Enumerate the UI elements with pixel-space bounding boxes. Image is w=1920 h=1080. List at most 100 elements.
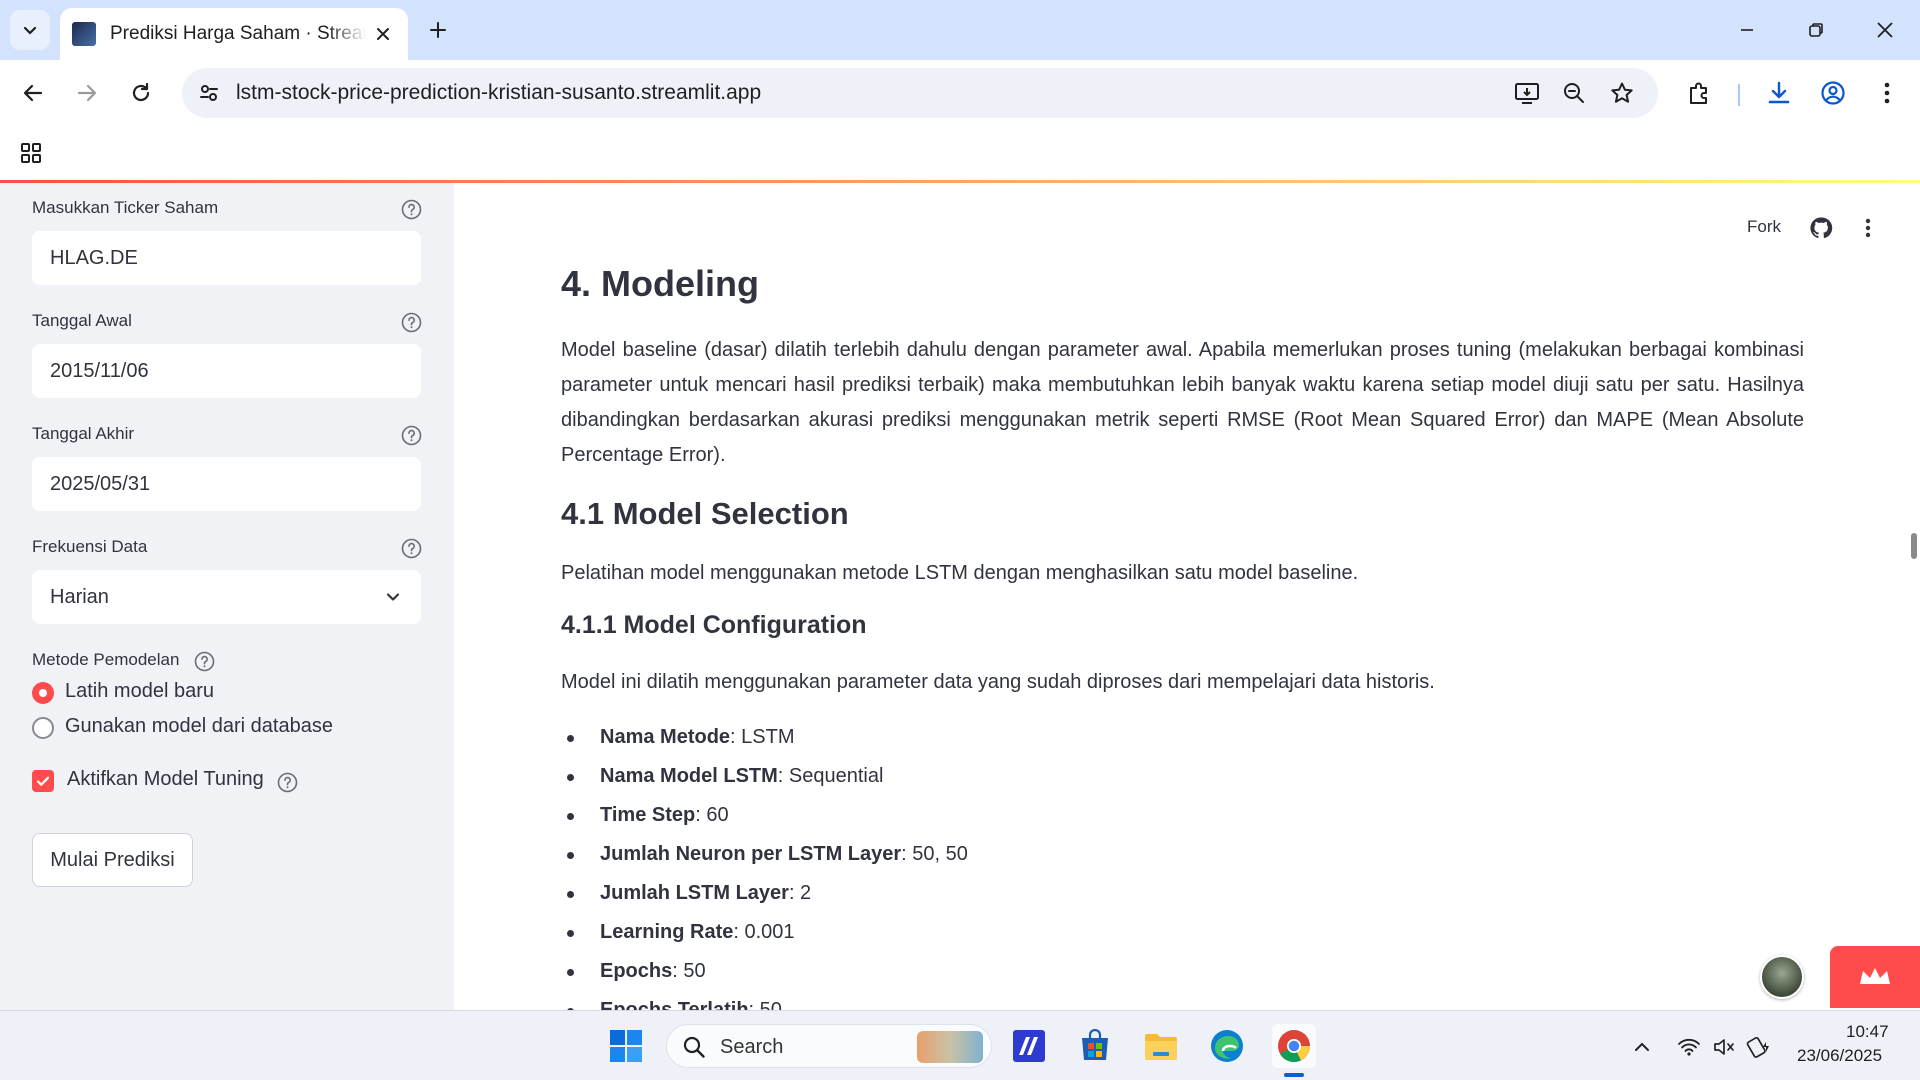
bookmark-button[interactable]: [1607, 78, 1637, 108]
reload-button[interactable]: [122, 74, 160, 112]
taskbar-app-chrome[interactable]: [1272, 1024, 1316, 1068]
address-bar[interactable]: lstm-stock-price-prediction-kristian-sus…: [182, 68, 1658, 118]
more-vertical-icon: [1865, 218, 1871, 238]
help-icon[interactable]: [400, 537, 422, 559]
search-icon: [681, 1034, 707, 1060]
tab-close-button[interactable]: [370, 21, 396, 47]
help-icon[interactable]: [400, 198, 422, 220]
check-icon: [36, 776, 50, 786]
start-date-input[interactable]: 2015/11/06: [32, 344, 421, 398]
app-m-icon: [1013, 1030, 1045, 1062]
arrow-right-icon: [77, 84, 97, 102]
browser-menu-button[interactable]: [1868, 74, 1906, 112]
close-icon: [1877, 22, 1893, 38]
restore-button[interactable]: [1793, 12, 1839, 48]
clock-date[interactable]: 23/06/2025: [1797, 1046, 1882, 1066]
chevron-up-icon: [1635, 1042, 1649, 1051]
apps-button[interactable]: [16, 138, 46, 168]
help-icon[interactable]: [400, 424, 422, 446]
avatar[interactable]: [1760, 955, 1804, 999]
active-app-indicator: [1284, 1073, 1304, 1077]
intro-paragraph: Model baseline (dasar) dilatih terlebih …: [561, 339, 1804, 466]
github-icon[interactable]: [1808, 215, 1834, 241]
tuning-label[interactable]: Aktifkan Model Tuning: [67, 768, 264, 791]
selection-paragraph: Pelatihan model menggunakan metode LSTM …: [561, 562, 1359, 584]
back-button[interactable]: [14, 74, 52, 112]
method-label: Metode Pemodelan: [32, 650, 180, 669]
help-icon[interactable]: [193, 650, 215, 672]
zoom-button[interactable]: [1559, 78, 1589, 108]
scrollbar-thumb[interactable]: [1911, 533, 1917, 559]
chevron-down-icon: [381, 585, 405, 609]
minimize-button[interactable]: [1724, 12, 1770, 48]
start-date-label: Tanggal Awal: [32, 311, 132, 330]
new-tab-button[interactable]: [422, 14, 454, 46]
radio-label[interactable]: Gunakan model dari database: [65, 715, 333, 738]
taskbar-app-editor[interactable]: [1007, 1024, 1051, 1068]
help-icon[interactable]: [400, 311, 422, 333]
search-placeholder: Search: [720, 1036, 784, 1058]
download-icon: [1768, 81, 1790, 104]
radio-use-database[interactable]: [32, 717, 54, 739]
close-window-button[interactable]: [1862, 12, 1908, 48]
arrow-left-icon: [23, 84, 43, 102]
list-item: Jumlah LSTM Layer: 2: [561, 874, 1804, 913]
reload-icon: [132, 82, 150, 102]
minimize-icon: [1741, 29, 1753, 31]
store-icon: [1082, 1029, 1108, 1060]
tray-overflow-button[interactable]: [1628, 1033, 1656, 1061]
start-prediction-button[interactable]: Mulai Prediksi: [32, 833, 193, 887]
more-vertical-icon: [1884, 82, 1890, 104]
sidebar: Masukkan Ticker Saham HLAG.DE Tanggal Aw…: [0, 183, 454, 1010]
battery-charging-icon[interactable]: [1745, 1033, 1773, 1061]
crown-icon: [1860, 968, 1890, 984]
help-icon[interactable]: [276, 771, 298, 793]
list-item: Jumlah Neuron per LSTM Layer: 50, 50: [561, 835, 1804, 874]
close-icon: [377, 28, 389, 40]
taskbar-app-explorer[interactable]: [1139, 1024, 1183, 1068]
clock-time[interactable]: 10:47: [1846, 1022, 1889, 1042]
streamlit-badge[interactable]: [1830, 946, 1920, 1008]
windows-icon: [610, 1030, 642, 1062]
tab-search-button[interactable]: [10, 10, 50, 50]
radio-train-new[interactable]: [32, 682, 54, 704]
site-info-button[interactable]: [194, 78, 224, 108]
taskbar-app-edge[interactable]: [1205, 1024, 1249, 1068]
account-icon: [1821, 81, 1845, 105]
forward-button[interactable]: [68, 74, 106, 112]
bookmarks-bar: [0, 126, 1920, 180]
tuning-checkbox[interactable]: [32, 770, 54, 792]
app-menu-button[interactable]: [1853, 213, 1883, 243]
install-app-button[interactable]: [1512, 78, 1542, 108]
frequency-select[interactable]: Harian: [32, 570, 421, 624]
list-item: Time Step: 60: [561, 796, 1804, 835]
toolbar-separator: [1738, 84, 1740, 106]
wifi-icon[interactable]: [1675, 1033, 1703, 1061]
folder-icon: [1145, 1034, 1177, 1060]
fork-button[interactable]: Fork: [1747, 217, 1781, 237]
extensions-button[interactable]: [1680, 74, 1718, 112]
main-content: Fork 4. Modeling Model baseline (dasar) …: [454, 183, 1920, 1010]
tab-title: Prediksi Harga Saham · Streamlit: [110, 23, 366, 44]
config-list: Nama Metode: LSTM Nama Model LSTM: Seque…: [561, 718, 1804, 1010]
streamlit-app: Masukkan Ticker Saham HLAG.DE Tanggal Aw…: [0, 180, 1920, 1010]
downloads-button[interactable]: [1760, 74, 1798, 112]
end-date-label: Tanggal Akhir: [32, 424, 135, 443]
tune-icon: [200, 85, 218, 101]
taskbar-search[interactable]: Search: [666, 1024, 992, 1068]
edge-icon: [1211, 1030, 1243, 1062]
install-icon: [1515, 83, 1539, 104]
list-item: Epochs Terlatih: 50: [561, 991, 1804, 1010]
browser-tab-active[interactable]: Prediksi Harga Saham · Streamlit: [60, 8, 408, 60]
taskbar-app-store[interactable]: [1073, 1024, 1117, 1068]
start-button[interactable]: [604, 1024, 648, 1068]
ticker-input[interactable]: HLAG.DE: [32, 231, 421, 285]
star-icon: [1611, 82, 1633, 103]
profile-button[interactable]: [1814, 74, 1852, 112]
volume-muted-icon[interactable]: [1710, 1033, 1738, 1061]
radio-label[interactable]: Latih model baru: [65, 680, 214, 703]
end-date-input[interactable]: 2025/05/31: [32, 457, 421, 511]
subsection-heading: 4.1 Model Selection: [561, 496, 849, 531]
browser-toolbar: lstm-stock-price-prediction-kristian-sus…: [0, 60, 1920, 126]
list-item: Nama Metode: LSTM: [561, 718, 1804, 757]
